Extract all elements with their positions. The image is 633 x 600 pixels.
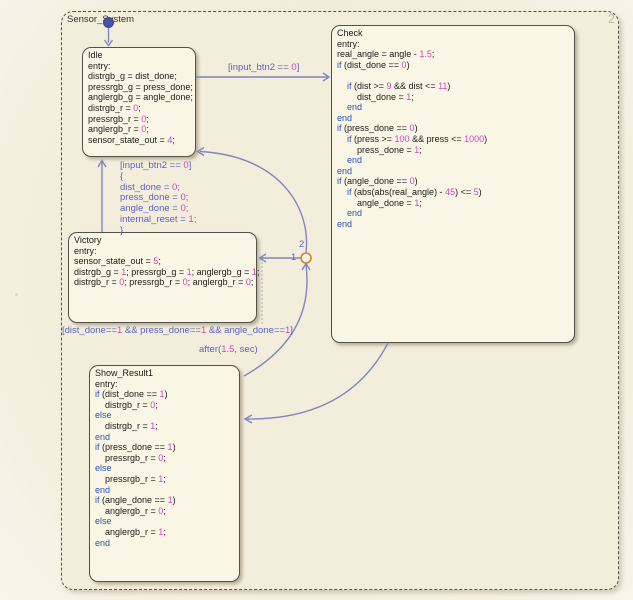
state-code: entry:real_angle = angle - 1.5;if (dist_… bbox=[337, 39, 574, 230]
state-title: Show_Result1 bbox=[95, 368, 239, 379]
state-idle[interactable]: Idle entry:distrgb_g = dist_done;pressrg… bbox=[82, 47, 196, 157]
chart-title: Sensor_System bbox=[67, 14, 134, 25]
state-code: entry:distrgb_g = dist_done;pressrgb_g =… bbox=[88, 61, 195, 146]
state-victory[interactable]: Victory entry:sensor_state_out = 5;distr… bbox=[68, 232, 257, 323]
state-title: Victory bbox=[74, 235, 256, 246]
stateflow-canvas: Sensor_System 2 Idle entry:distrgb_g = d… bbox=[0, 0, 633, 600]
state-show-result1[interactable]: Show_Result1 entry:if (dist_done == 1) d… bbox=[89, 365, 240, 582]
label-junction-to-victory-condition[interactable]: [dist_done==1 && press_done==1 && angle_… bbox=[62, 326, 293, 337]
stray-pixel-dot bbox=[15, 293, 18, 296]
chart-corner-badge: 2 bbox=[601, 12, 615, 26]
state-check[interactable]: Check entry:real_angle = angle - 1.5;if … bbox=[331, 25, 575, 343]
state-code: entry:if (dist_done == 1) distrgb_r = 0;… bbox=[95, 379, 239, 549]
label-victory-to-idle[interactable]: [input_btn2 == 0]{dist_done = 0;press_do… bbox=[120, 161, 196, 237]
junction-exit-order-2: 2 bbox=[299, 239, 304, 250]
label-show-result1-to-junction[interactable]: after(1.5, sec) bbox=[199, 345, 258, 356]
label-idle-to-check[interactable]: [input_btn2 == 0] bbox=[228, 63, 299, 74]
state-title: Idle bbox=[88, 50, 195, 61]
state-title: Check bbox=[337, 28, 574, 39]
state-code: entry:sensor_state_out = 5;distrgb_g = 1… bbox=[74, 246, 256, 288]
junction-exit-order-1: 1 bbox=[291, 252, 296, 263]
